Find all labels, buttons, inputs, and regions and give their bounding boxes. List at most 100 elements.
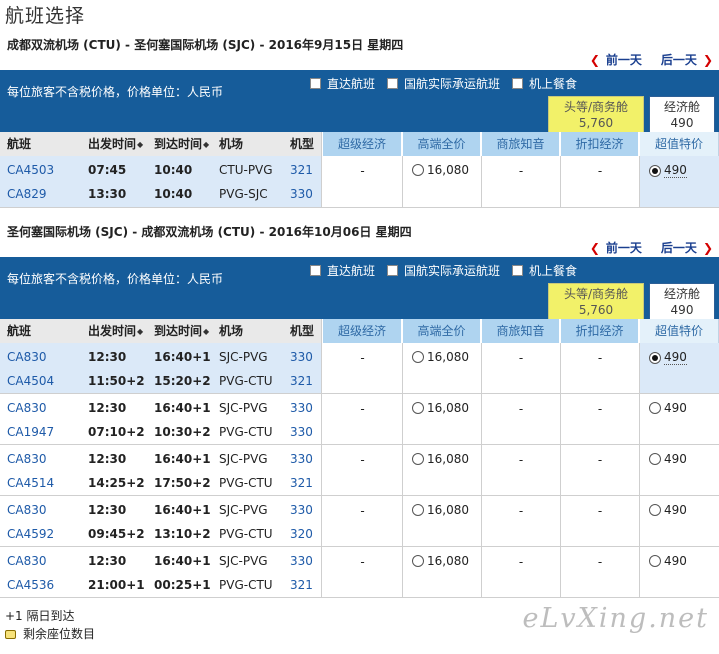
flight-number[interactable]: CA830	[7, 345, 47, 369]
flight-number[interactable]: CA4514	[7, 471, 54, 495]
col-departure[interactable]: 出发时间◆	[88, 132, 143, 156]
flight-number[interactable]: CA4503	[7, 158, 54, 182]
fare-option[interactable]: 490	[649, 554, 687, 568]
aircraft[interactable]: 330	[290, 345, 313, 369]
return-next-day-button[interactable]: 后一天 ❯	[661, 239, 713, 256]
radio-icon[interactable]	[649, 402, 661, 414]
radio-icon[interactable]	[649, 453, 661, 465]
outbound-prev-day-button[interactable]: ❮ 前一天	[590, 51, 642, 68]
checkbox-icon[interactable]	[387, 265, 399, 276]
checkbox-icon[interactable]	[310, 265, 321, 276]
radio-icon[interactable]	[649, 555, 661, 567]
aircraft[interactable]: 321	[290, 158, 313, 182]
checkbox-icon[interactable]	[512, 265, 524, 276]
fare-option[interactable]: 16,080	[412, 503, 469, 517]
sort-icon[interactable]: ◆	[203, 140, 209, 149]
fare-option[interactable]: 490	[649, 401, 687, 415]
fare-col-super-economy[interactable]: 超级经济	[323, 132, 402, 156]
radio-icon[interactable]	[649, 504, 661, 516]
flight-number[interactable]: CA829	[7, 182, 47, 206]
radio-selected-icon[interactable]	[649, 164, 661, 177]
aircraft[interactable]: 330	[290, 396, 313, 420]
flight-group[interactable]: CA830 12:30 16:40+1 SJC-PVG 330 CA4514 14:25+2…	[0, 445, 719, 496]
flight-number[interactable]: CA830	[7, 498, 47, 522]
col-arrival[interactable]: 到达时间◆	[154, 132, 209, 156]
fare-cell-discount-economy: -	[561, 496, 640, 546]
radio-icon[interactable]	[412, 351, 424, 363]
flight-number[interactable]: CA4592	[7, 522, 54, 546]
fare-option-selected[interactable]: 490	[649, 350, 687, 365]
fare-col-premium-full[interactable]: 高端全价	[403, 319, 481, 343]
sort-icon[interactable]: ◆	[137, 327, 143, 336]
fare-col-special[interactable]: 超值特价	[640, 132, 719, 156]
fare-col-business-traveler[interactable]: 商旅知音	[482, 132, 560, 156]
filter-direct[interactable]: 直达航班	[310, 75, 375, 92]
fare-option[interactable]: 16,080	[412, 554, 469, 568]
radio-icon[interactable]	[412, 164, 424, 176]
fare-col-super-economy[interactable]: 超级经济	[323, 319, 402, 343]
aircraft[interactable]: 330	[290, 420, 313, 444]
filter-ca-operated[interactable]: 国航实际承运航班	[387, 262, 500, 279]
aircraft[interactable]: 330	[290, 182, 313, 206]
radio-icon[interactable]	[412, 402, 424, 414]
tab-first-business[interactable]: 头等/商务舱 5,760	[548, 283, 644, 319]
tab-economy[interactable]: 经济舱 490	[649, 283, 715, 319]
flight-number[interactable]: CA4504	[7, 369, 54, 393]
fare-col-special[interactable]: 超值特价	[640, 319, 719, 343]
fare-col-discount-economy[interactable]: 折扣经济	[561, 132, 639, 156]
dep-time: 12:30	[88, 452, 127, 466]
checkbox-icon[interactable]	[310, 78, 321, 89]
outbound-next-day-button[interactable]: 后一天 ❯	[661, 51, 713, 68]
fare-col-business-traveler[interactable]: 商旅知音	[482, 319, 560, 343]
flight-number[interactable]: CA4536	[7, 573, 54, 597]
flight-group[interactable]: CA830 12:30 16:40+1 SJC-PVG 330 CA4536 21:00+1…	[0, 547, 719, 598]
radio-icon[interactable]	[412, 453, 424, 465]
checkbox-icon[interactable]	[387, 78, 399, 89]
fare-option[interactable]: 16,080	[412, 350, 469, 364]
outbound-route: 成都双流机场 (CTU) - 圣何塞国际机场 (SJC) - 2016年9月15…	[7, 38, 404, 52]
fare-col-premium-full[interactable]: 高端全价	[403, 132, 481, 156]
filter-direct[interactable]: 直达航班	[310, 262, 375, 279]
col-arrival[interactable]: 到达时间◆	[154, 319, 209, 343]
tab-economy[interactable]: 经济舱 490	[649, 96, 715, 132]
flight-group[interactable]: CA4503 07:45 10:40 CTU-PVG 321 CA829 13:…	[0, 156, 719, 208]
aircraft[interactable]: 321	[290, 471, 313, 495]
radio-icon[interactable]	[412, 504, 424, 516]
fare-option[interactable]: 16,080	[412, 163, 469, 177]
return-prev-day-button[interactable]: ❮ 前一天	[590, 239, 642, 256]
sort-icon[interactable]: ◆	[137, 140, 143, 149]
fare-option[interactable]: 490	[649, 452, 687, 466]
aircraft[interactable]: 330	[290, 447, 313, 471]
filter-ca-operated[interactable]: 国航实际承运航班	[387, 75, 500, 92]
flight-number[interactable]: CA830	[7, 447, 47, 471]
flight-group[interactable]: CA830 12:30 16:40+1 SJC-PVG 330 CA4592 09:45+2…	[0, 496, 719, 547]
fare-option[interactable]: 16,080	[412, 401, 469, 415]
fare-option[interactable]: 490	[649, 503, 687, 517]
fare-option[interactable]: 16,080	[412, 452, 469, 466]
return-date-nav: ❮ 前一天 后一天 ❯	[590, 239, 713, 256]
flight-group[interactable]: CA830 12:30 16:40+1 SJC-PVG 330 CA1947 07:10+2…	[0, 394, 719, 445]
tab-first-business[interactable]: 头等/商务舱 5,760	[548, 96, 644, 132]
flight-number[interactable]: CA830	[7, 549, 47, 573]
price-note: 每位旅客不含税价格，价格单位：人民币	[7, 85, 224, 99]
fare-col-discount-economy[interactable]: 折扣经济	[561, 319, 639, 343]
flight-group[interactable]: CA830 12:30 16:40+1 SJC-PVG 330 CA4504 11:50+2…	[0, 343, 719, 394]
sort-icon[interactable]: ◆	[203, 327, 209, 336]
aircraft[interactable]: 330	[290, 498, 313, 522]
fare-cell-super-economy: -	[323, 496, 403, 546]
airports: SJC-PVG	[219, 401, 268, 415]
checkbox-icon[interactable]	[512, 78, 524, 89]
aircraft[interactable]: 320	[290, 522, 313, 546]
radio-icon[interactable]	[412, 555, 424, 567]
radio-selected-icon[interactable]	[649, 351, 661, 364]
filter-meal[interactable]: 机上餐食	[512, 262, 577, 279]
aircraft[interactable]: 321	[290, 573, 313, 597]
flight-number[interactable]: CA830	[7, 396, 47, 420]
airports: PVG-CTU	[219, 476, 273, 490]
col-departure[interactable]: 出发时间◆	[88, 319, 143, 343]
aircraft[interactable]: 330	[290, 549, 313, 573]
filter-meal[interactable]: 机上餐食	[512, 75, 577, 92]
aircraft[interactable]: 321	[290, 369, 313, 393]
fare-option-selected[interactable]: 490	[649, 163, 687, 178]
flight-number[interactable]: CA1947	[7, 420, 54, 444]
